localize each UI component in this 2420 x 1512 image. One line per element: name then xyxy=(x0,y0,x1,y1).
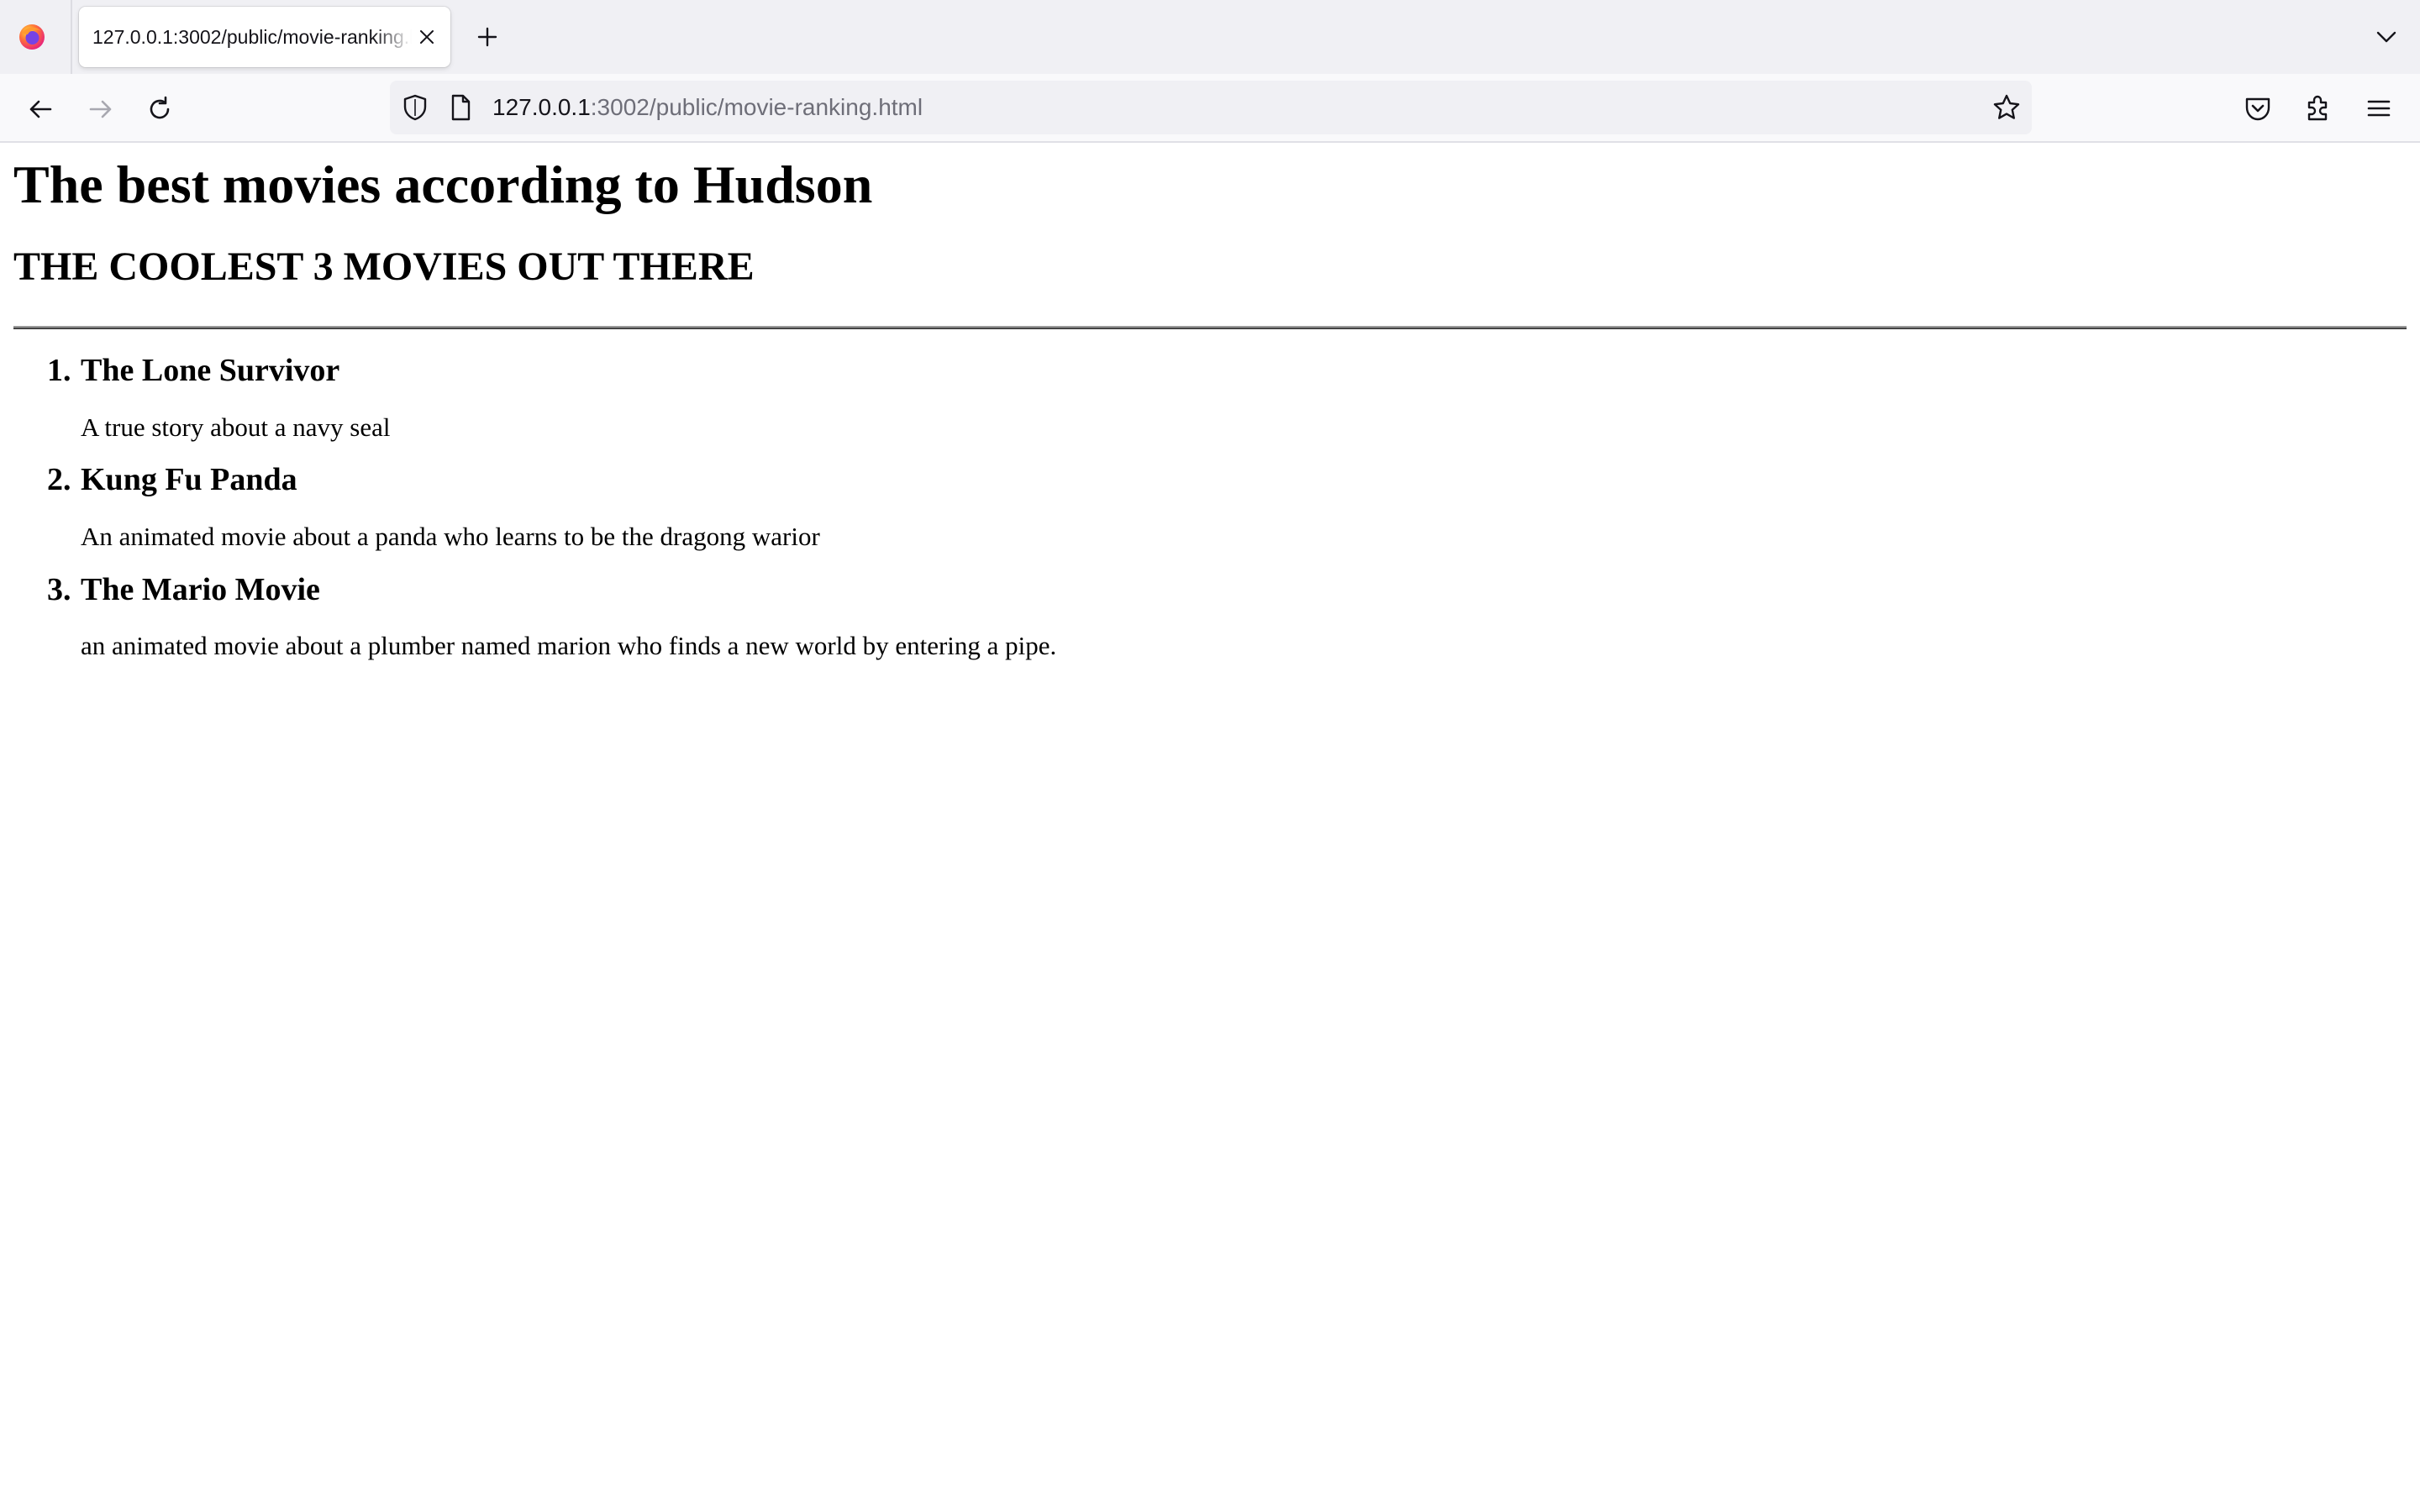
movie-description: An animated movie about a panda who lear… xyxy=(81,521,820,551)
browser-window: 127.0.0.1:3002/public/movie-ranking.html xyxy=(0,0,2420,1512)
plus-icon[interactable] xyxy=(474,24,501,50)
tab-strip: 127.0.0.1:3002/public/movie-ranking.html xyxy=(0,0,2420,74)
page-viewport[interactable]: The best movies according to Hudson THE … xyxy=(0,143,2420,1512)
movie-title: The Lone Survivor xyxy=(81,353,340,388)
movie-description: an animated movie about a plumber named … xyxy=(81,631,1057,660)
movie-list: 1. The Lone Survivor A true story about … xyxy=(13,351,2407,663)
url-bar[interactable]: 127.0.0.1:3002/public/movie-ranking.html xyxy=(390,81,2032,134)
movie-item: 1. The Lone Survivor A true story about … xyxy=(13,351,2407,444)
firefox-logo-icon[interactable] xyxy=(18,24,45,50)
url-host: 127.0.0.1 xyxy=(492,94,591,120)
movie-description: A true story about a navy seal xyxy=(81,412,391,442)
shield-icon[interactable] xyxy=(400,92,430,123)
forward-arrow-icon[interactable] xyxy=(86,94,116,124)
movie-rank: 1. xyxy=(47,353,71,388)
movie-rank: 3. xyxy=(47,571,71,607)
pocket-icon[interactable] xyxy=(2242,92,2274,124)
movie-item: 2. Kung Fu Panda An animated movie about… xyxy=(13,460,2407,553)
page-content: The best movies according to Hudson THE … xyxy=(13,143,2407,680)
page-icon[interactable] xyxy=(447,92,474,123)
back-arrow-icon[interactable] xyxy=(25,94,55,124)
tab-separator xyxy=(71,0,72,74)
url-path: :3002/public/movie-ranking.html xyxy=(590,94,923,120)
close-icon[interactable] xyxy=(417,27,437,47)
page-subtitle: THE COOLEST 3 MOVIES OUT THERE xyxy=(13,244,755,289)
chevron-down-icon[interactable] xyxy=(2375,25,2398,49)
hamburger-menu-icon[interactable] xyxy=(2363,92,2395,124)
movie-rank: 2. xyxy=(47,462,71,498)
page-title: The best movies according to Hudson xyxy=(13,155,873,214)
horizontal-rule xyxy=(13,326,2407,329)
star-icon[interactable] xyxy=(1991,92,2022,123)
movie-title: The Mario Movie xyxy=(81,571,320,607)
tab-title: 127.0.0.1:3002/public/movie-ranking.html xyxy=(92,26,412,48)
puzzle-icon[interactable] xyxy=(2302,92,2334,124)
reload-icon[interactable] xyxy=(145,94,175,124)
movie-title: Kung Fu Panda xyxy=(81,462,297,498)
movie-item: 3. The Mario Movie an animated movie abo… xyxy=(13,570,2407,663)
active-tab[interactable]: 127.0.0.1:3002/public/movie-ranking.html xyxy=(79,7,450,67)
url-text[interactable]: 127.0.0.1:3002/public/movie-ranking.html xyxy=(492,81,923,134)
navigation-toolbar: 127.0.0.1:3002/public/movie-ranking.html xyxy=(0,74,2420,143)
